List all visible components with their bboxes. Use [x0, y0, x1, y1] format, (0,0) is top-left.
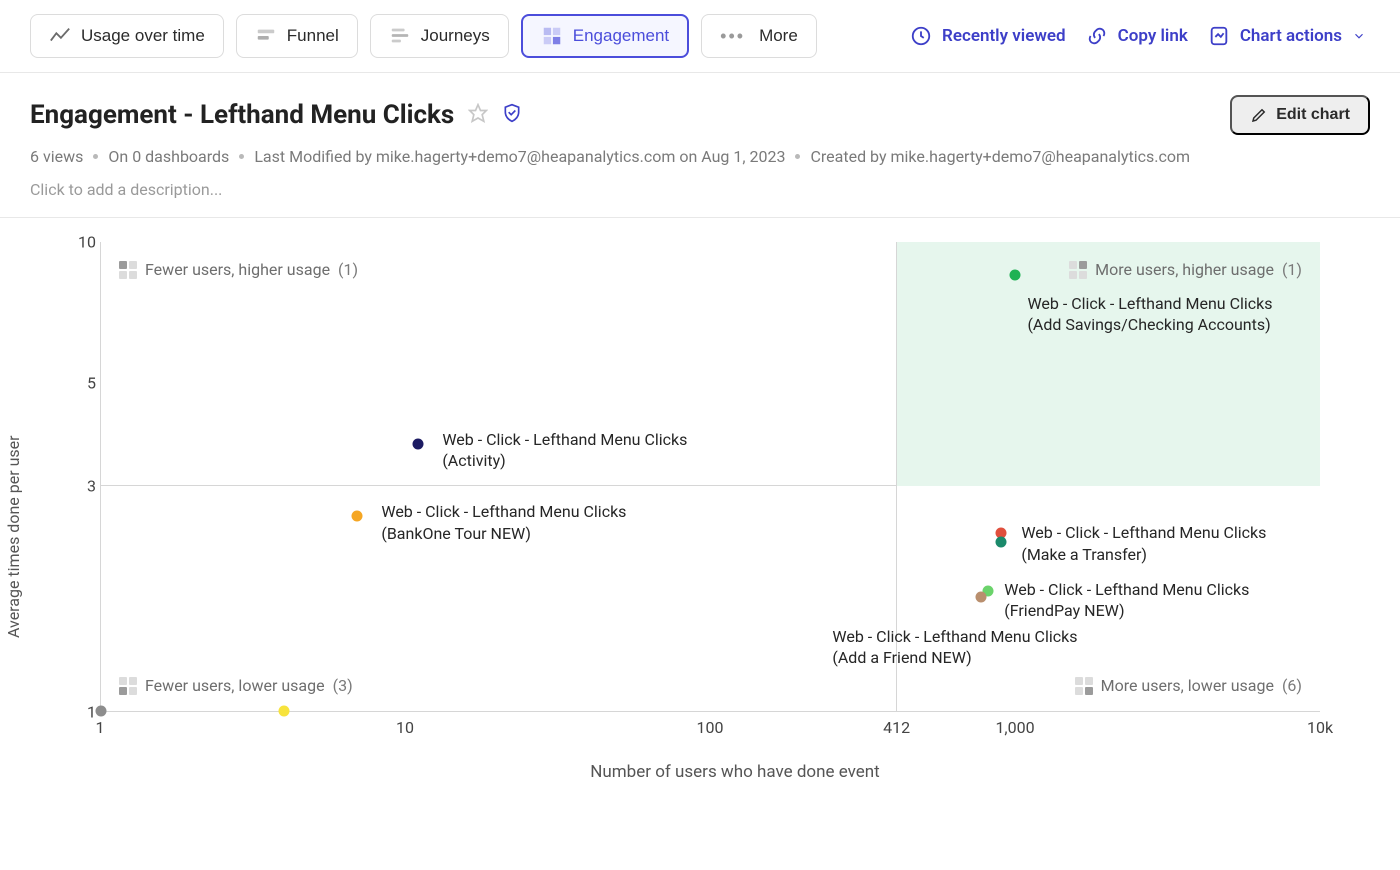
- quadrant-label-top-left: Fewer users, higher usage (1): [119, 260, 358, 279]
- data-point[interactable]: [995, 537, 1006, 548]
- meta-dashboards: On 0 dashboards: [108, 147, 229, 166]
- chevron-down-icon: [1352, 29, 1366, 43]
- quadrant-icon: [1075, 677, 1093, 695]
- link-label: Copy link: [1118, 26, 1188, 46]
- tab-engagement[interactable]: Engagement: [521, 14, 689, 58]
- data-point[interactable]: [278, 706, 289, 717]
- scatter-plot[interactable]: Fewer users, higher usage (1) More users…: [100, 242, 1320, 712]
- tab-label: Journeys: [421, 26, 490, 46]
- link-label: Chart actions: [1240, 26, 1342, 46]
- quadrant-icon: [119, 677, 137, 695]
- chart-type-toolbar: Usage over time Funnel Journeys Engageme…: [0, 0, 1400, 73]
- data-point[interactable]: [351, 511, 362, 522]
- tab-journeys[interactable]: Journeys: [370, 14, 509, 58]
- tab-label: More: [759, 26, 798, 46]
- edit-chart-button[interactable]: Edit chart: [1230, 95, 1370, 135]
- data-point-label: Web - Click - Lefthand Menu Clicks(Add S…: [1027, 293, 1272, 336]
- tab-more[interactable]: ••• More: [701, 14, 817, 58]
- quadrant-text: More users, lower usage: [1101, 676, 1274, 695]
- data-point[interactable]: [976, 592, 987, 603]
- tab-label: Usage over time: [81, 26, 205, 46]
- quadrant-count: (6): [1282, 676, 1302, 695]
- meta-views: 6 views: [30, 147, 83, 166]
- recently-viewed-button[interactable]: Recently viewed: [906, 19, 1070, 53]
- data-point-label: Web - Click - Lefthand Menu Clicks(Activ…: [442, 429, 687, 472]
- y-tick: 5: [50, 374, 96, 393]
- x-axis-ticks: 1 10 100 412 1,000 10k: [100, 718, 1320, 744]
- description-input-placeholder[interactable]: Click to add a description...: [30, 180, 1370, 199]
- engagement-chart: Average times done per user 10 5 3 1 Few…: [0, 218, 1400, 812]
- y-axis-label: Average times done per user: [4, 435, 23, 638]
- funnel-icon: [255, 25, 277, 47]
- y-tick: 3: [50, 477, 96, 496]
- data-point-label: Web - Click - Lefthand Menu Clicks(BankO…: [381, 501, 626, 544]
- y-axis-ticks: 10 5 3 1: [50, 242, 96, 712]
- quadrant-text: Fewer users, higher usage: [145, 260, 330, 279]
- tab-label: Engagement: [573, 26, 669, 46]
- tab-usage-over-time[interactable]: Usage over time: [30, 14, 224, 58]
- data-point[interactable]: [96, 706, 107, 717]
- quadrant-count: (1): [338, 260, 358, 279]
- copy-link-button[interactable]: Copy link: [1082, 19, 1192, 53]
- quadrant-text: More users, higher usage: [1095, 260, 1274, 279]
- x-tick: 1,000: [995, 718, 1034, 737]
- y-tick: 10: [50, 233, 96, 252]
- quadrant-count: (3): [333, 676, 353, 695]
- link-label: Recently viewed: [942, 26, 1066, 46]
- meta-created-by: Created by mike.hagerty+demo7@heapanalyt…: [810, 147, 1190, 166]
- meta-separator-icon: [239, 154, 244, 159]
- page-title: Engagement - Lefthand Menu Clicks: [30, 100, 454, 130]
- x-tick: 10k: [1307, 718, 1333, 737]
- quadrant-text: Fewer users, lower usage: [145, 676, 325, 695]
- quadrant-label-top-right: More users, higher usage (1): [1069, 260, 1302, 279]
- quadrant-icon: [119, 261, 137, 279]
- data-point-label: Web - Click - Lefthand Menu Clicks(Add a…: [832, 626, 1077, 669]
- tab-funnel[interactable]: Funnel: [236, 14, 358, 58]
- shield-icon[interactable]: [502, 103, 522, 127]
- quadrant-count: (1): [1282, 260, 1302, 279]
- y-tick: 1: [50, 703, 96, 722]
- engagement-icon: [541, 25, 563, 47]
- tab-label: Funnel: [287, 26, 339, 46]
- chart-actions-button[interactable]: Chart actions: [1204, 19, 1370, 53]
- meta-separator-icon: [93, 154, 98, 159]
- line-chart-icon: [49, 25, 71, 47]
- x-tick: 10: [396, 718, 414, 737]
- quadrant-label-bottom-right: More users, lower usage (6): [1075, 676, 1302, 695]
- star-icon[interactable]: [468, 103, 488, 128]
- data-point[interactable]: [1010, 269, 1021, 280]
- chart-meta: 6 views On 0 dashboards Last Modified by…: [30, 147, 1370, 166]
- x-tick: 412: [883, 718, 910, 737]
- data-point[interactable]: [412, 438, 423, 449]
- x-axis-label: Number of users who have done event: [100, 762, 1370, 782]
- journeys-icon: [389, 25, 411, 47]
- x-tick: 1: [96, 718, 105, 737]
- quadrant-icon: [1069, 261, 1087, 279]
- data-point-label: Web - Click - Lefthand Menu Clicks(Frien…: [1004, 579, 1249, 622]
- pencil-icon: [1250, 106, 1268, 124]
- quadrant-label-bottom-left: Fewer users, lower usage (3): [119, 676, 353, 695]
- edit-chart-label: Edit chart: [1276, 106, 1350, 124]
- data-point-label: Web - Click - Lefthand Menu Clicks(Make …: [1021, 522, 1266, 565]
- chart-header: Engagement - Lefthand Menu Clicks Edit c…: [0, 73, 1400, 218]
- x-tick: 100: [697, 718, 724, 737]
- meta-separator-icon: [795, 154, 800, 159]
- meta-last-modified: Last Modified by mike.hagerty+demo7@heap…: [254, 147, 785, 166]
- more-dots-icon: •••: [720, 26, 745, 47]
